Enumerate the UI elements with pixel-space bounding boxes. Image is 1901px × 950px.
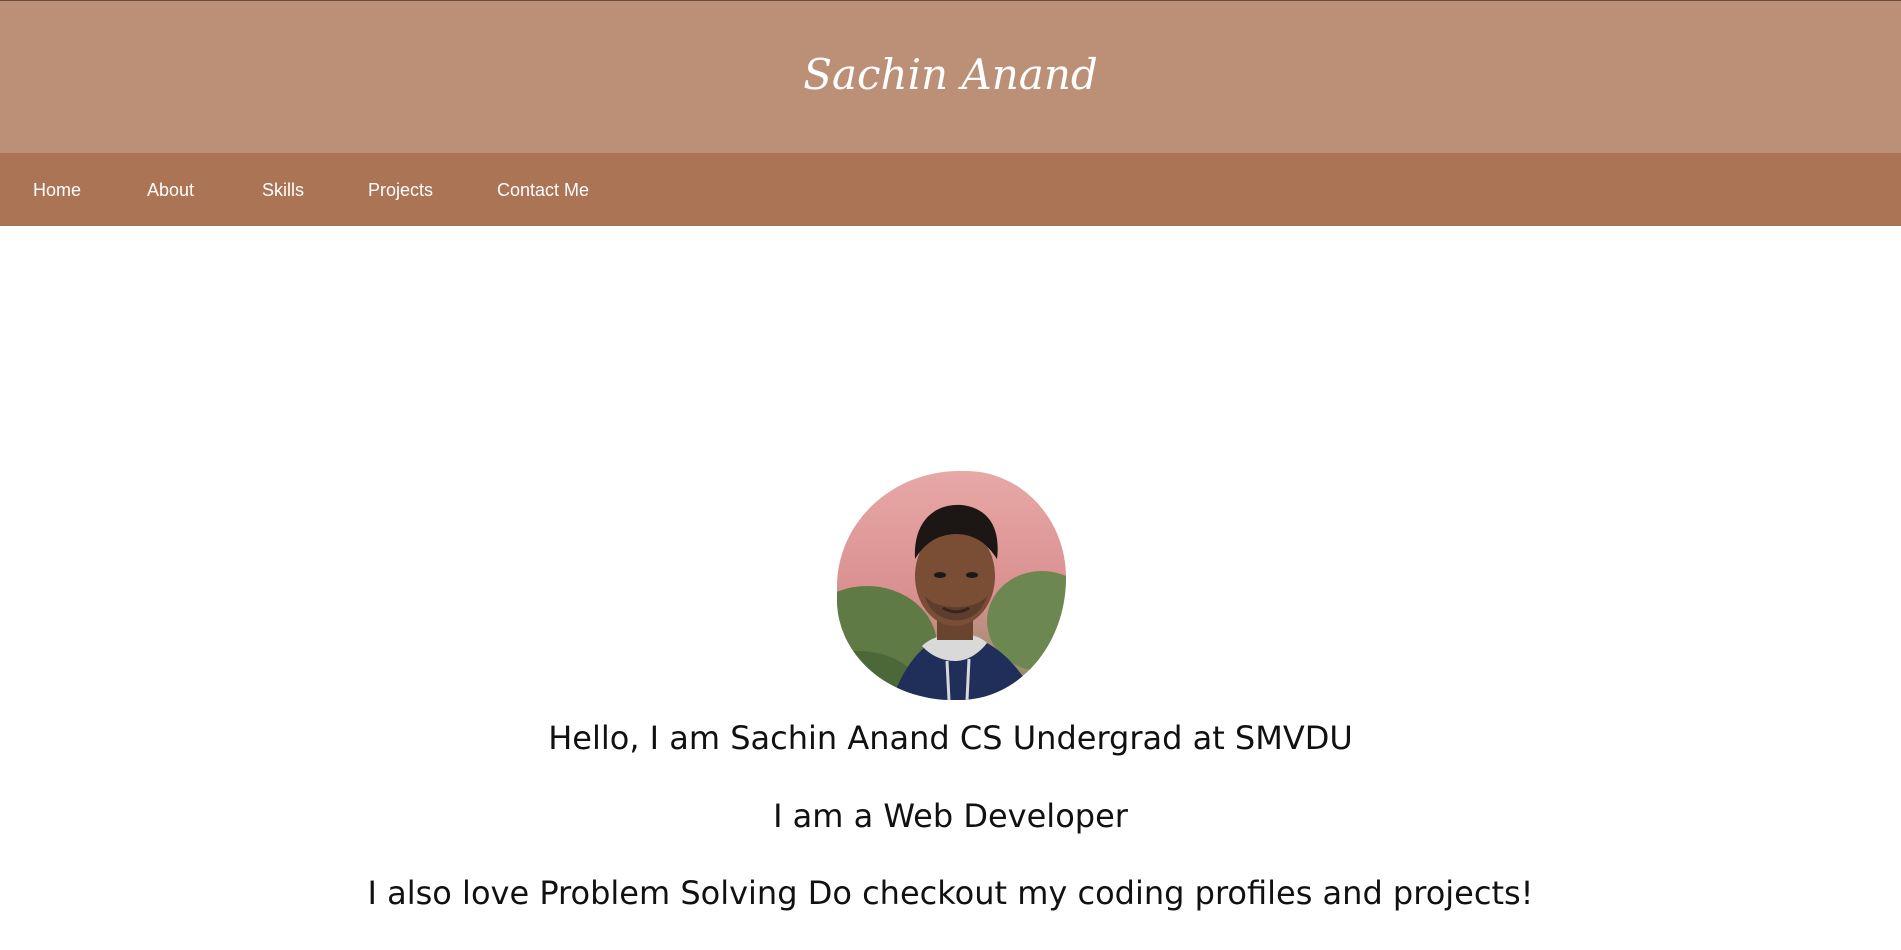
nav-list: Home About Skills Projects Contact Me	[0, 153, 700, 226]
hero-cta-line: I also love Problem Solving Do checkout …	[367, 874, 1534, 912]
nav-item-contact-me[interactable]: Contact Me	[497, 179, 589, 201]
hero-intro-line: Hello, I am Sachin Anand CS Undergrad at…	[548, 719, 1353, 757]
nav-item-projects[interactable]: Projects	[368, 179, 433, 201]
site-title: Sachin Anand	[803, 50, 1098, 99]
profile-photo	[837, 471, 1066, 700]
nav-item-about[interactable]: About	[147, 179, 194, 201]
hero-role-line: I am a Web Developer	[773, 797, 1128, 835]
profile-photo-icon	[837, 471, 1066, 700]
site-header: Sachin Anand	[0, 0, 1901, 153]
portfolio-page: Sachin Anand Home About Skills Projects …	[0, 0, 1901, 950]
main-navigation: Home About Skills Projects Contact Me	[0, 153, 1901, 226]
nav-item-skills[interactable]: Skills	[262, 179, 304, 201]
nav-item-home[interactable]: Home	[33, 179, 81, 201]
